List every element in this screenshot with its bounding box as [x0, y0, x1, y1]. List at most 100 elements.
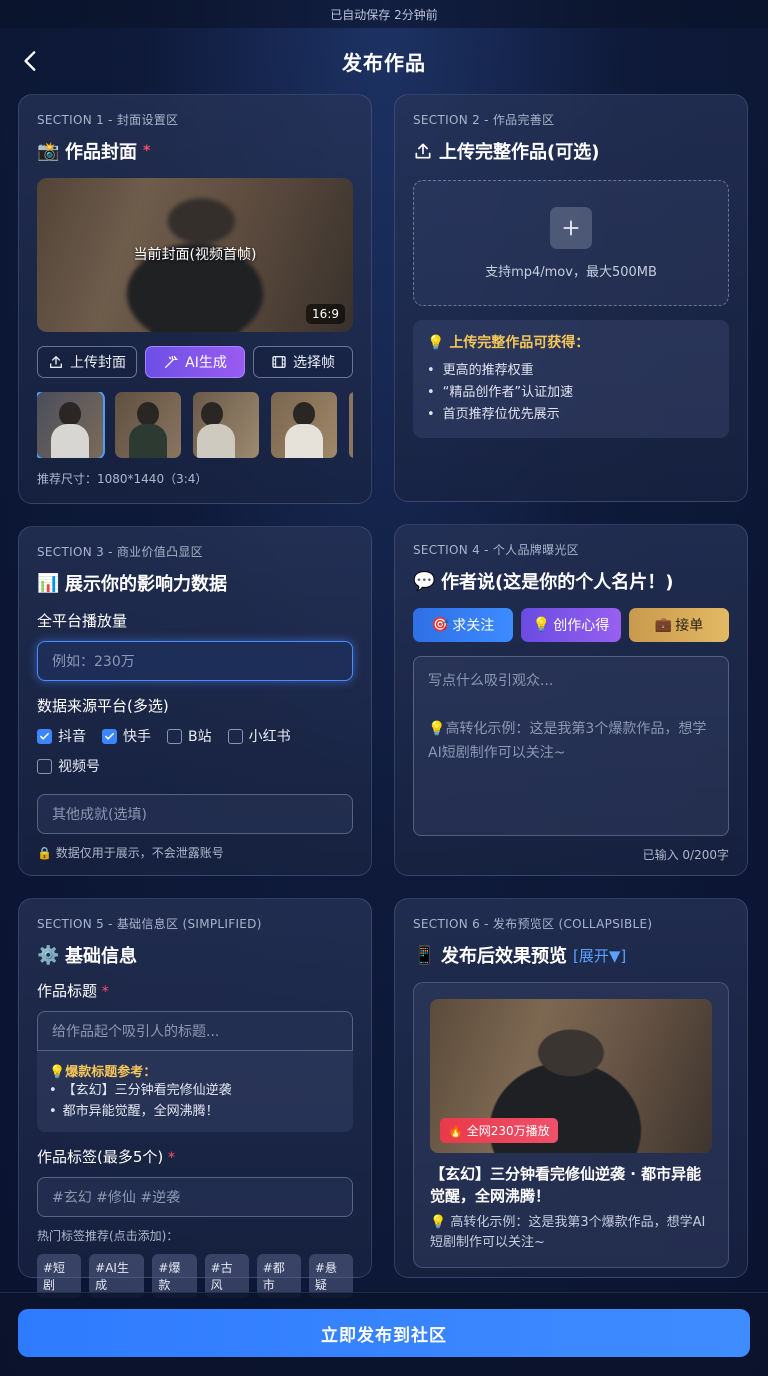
status-bar: 已自动保存 2分钟前 — [0, 0, 768, 28]
size-hint: 推荐尺寸：1080*1440（3:4） — [37, 472, 208, 486]
ai-generate-button[interactable]: AI生成 — [145, 346, 245, 378]
char-counter: 已输入 0/200字 — [642, 848, 729, 862]
section-cover: SECTION 1 - 封面设置区 📸 作品封面 * 当前封面(视频首帧) 16… — [18, 94, 372, 504]
frame-thumbnail[interactable] — [271, 392, 337, 458]
section-title: 📸 作品封面 * — [37, 138, 353, 164]
publish-button[interactable]: 立即发布到社区 — [18, 1309, 750, 1357]
phone-icon: 📱 — [413, 944, 436, 966]
camera-icon: 📸 — [37, 140, 60, 162]
platforms-label: 数据来源平台(多选) — [37, 697, 169, 715]
section-label: SECTION 2 - 作品完善区 — [413, 113, 555, 127]
fire-icon: 🔥 — [448, 1124, 463, 1138]
section-label: SECTION 1 - 封面设置区 — [37, 113, 179, 127]
target-icon: 🎯 — [431, 617, 450, 633]
checkbox-label: 小红书 — [248, 729, 291, 745]
frame-thumbnail[interactable] — [193, 392, 259, 458]
other-placeholder: 其他成就(选填) — [52, 807, 147, 823]
tags-input[interactable]: #玄幻 #修仙 #逆袭 — [37, 1177, 353, 1217]
lightbulb-icon: 💡 — [49, 1065, 66, 1080]
pill-insight[interactable]: 💡 创作心得 — [521, 608, 621, 642]
benefit-item: 首页推荐位优先展示 — [427, 404, 715, 426]
plays-label: 全平台播放量 — [37, 612, 128, 630]
section-label: SECTION 3 - 商业价值凸显区 — [37, 545, 203, 559]
checkbox-bilibili[interactable]: B站 — [167, 726, 212, 746]
section-title: 📊 展示你的影响力数据 — [37, 570, 353, 596]
gear-icon: ⚙️ — [37, 944, 60, 966]
ref-title: 💡爆款标题参考： — [49, 1065, 157, 1080]
checkbox-label: 快手 — [123, 729, 151, 745]
preview-image: 🔥 全网230万播放 — [430, 999, 712, 1153]
plays-placeholder: 例如：230万 — [52, 654, 135, 670]
bar-chart-icon: 📊 — [37, 572, 60, 594]
autosave-status: 已自动保存 2分钟前 — [330, 7, 438, 22]
quick-pills: 🎯 求关注 💡 创作心得 💼 接单 — [413, 608, 729, 642]
section-full-work: SECTION 2 - 作品完善区 上传完整作品(可选) 支持mp4/mov，最… — [394, 94, 748, 502]
section-title: 💬 作者说(这是你的个人名片！) — [413, 568, 729, 594]
plays-badge: 🔥 全网230万播放 — [440, 1118, 558, 1143]
checkbox-xiaohongshu[interactable]: 小红书 — [227, 726, 291, 746]
preview-card[interactable]: 🔥 全网230万播放 【玄幻】三分钟看完修仙逆袭 · 都市异能觉醒，全网沸腾！ … — [413, 982, 729, 1268]
checkbox-label: 视频号 — [58, 759, 100, 775]
section-preview: SECTION 6 - 发布预览区 (COLLAPSIBLE) 📱 发布后效果预… — [394, 898, 748, 1278]
checkbox-label: 抖音 — [58, 729, 86, 745]
back-arrow-icon[interactable] — [18, 48, 44, 74]
cover-title: 作品封面 — [65, 142, 137, 163]
tags-placeholder: #玄幻 #修仙 #逆袭 — [52, 1190, 181, 1206]
page-title: 发布作品 — [342, 50, 426, 75]
pill-follow[interactable]: 🎯 求关注 — [413, 608, 513, 642]
preview-title-label: 发布后效果预览 — [441, 946, 567, 967]
basic-info-title: 基础信息 — [65, 946, 137, 967]
section-title: 上传完整作品(可选) — [413, 138, 729, 164]
full-work-title: 上传完整作品(可选) — [439, 142, 600, 163]
section-influence: SECTION 3 - 商业价值凸显区 📊 展示你的影响力数据 全平台播放量 例… — [18, 526, 372, 876]
ref-item[interactable]: 都市异能觉醒，全网沸腾！ — [49, 1101, 341, 1122]
pill-order[interactable]: 💼 接单 — [629, 608, 729, 642]
upload-icon — [415, 143, 431, 159]
section-title: 📱 发布后效果预览 [展开▼] — [413, 942, 729, 968]
author-says-textarea[interactable]: 写点什么吸引观众... 💡高转化示例：这是我第3个爆款作品，想学AI短剧制作可以… — [413, 656, 729, 836]
tags-label: 作品标签(最多5个) * — [37, 1148, 176, 1166]
checkbox-shipinhao[interactable]: 视频号 — [37, 756, 100, 776]
benefit-item: “精品创作者”认证加速 — [427, 382, 715, 404]
select-frame-button[interactable]: 选择帧 — [253, 346, 353, 378]
work-title-input[interactable]: 给作品起个吸引人的标题... — [37, 1011, 353, 1051]
magic-wand-icon — [165, 356, 178, 368]
cover-image[interactable]: 当前封面(视频首帧) 16:9 — [37, 178, 353, 332]
expand-toggle[interactable]: [展开▼] — [573, 945, 626, 966]
section-label: SECTION 4 - 个人品牌曝光区 — [413, 543, 579, 557]
upload-hint: 支持mp4/mov，最大500MB — [485, 264, 657, 280]
cover-actions: 上传封面 AI生成 选择帧 — [37, 346, 353, 378]
frame-thumbnail[interactable] — [115, 392, 181, 458]
ref-item[interactable]: 【玄幻】三分钟看完修仙逆袭 — [49, 1080, 341, 1101]
cover-caption: 当前封面(视频首帧) — [133, 247, 257, 263]
checkbox-label: B站 — [188, 729, 212, 745]
checkbox-kuaishou[interactable]: 快手 — [102, 726, 151, 746]
video-upload-zone[interactable]: 支持mp4/mov，最大500MB — [413, 180, 729, 306]
frame-thumbnail[interactable] — [349, 392, 353, 458]
benefits-title: 💡 上传完整作品可获得： — [427, 335, 590, 351]
checkbox-checked-icon — [102, 728, 117, 744]
plays-input[interactable]: 例如：230万 — [37, 641, 353, 681]
preview-desc: 💡 高转化示例：这是我第3个爆款作品，想学AI短剧制作可以关注~ — [430, 1215, 706, 1250]
work-title-placeholder: 给作品起个吸引人的标题... — [52, 1024, 220, 1040]
checkbox-douyin[interactable]: 抖音 — [37, 726, 86, 746]
film-icon — [272, 356, 286, 368]
speech-bubble-icon: 💬 — [413, 570, 436, 592]
top-nav: 发布作品 — [0, 28, 768, 94]
section-title: ⚙️ 基础信息 — [37, 942, 353, 968]
lightbulb-icon: 💡 — [427, 335, 445, 351]
checkbox-empty-icon — [37, 758, 52, 774]
ratio-badge: 16:9 — [306, 304, 345, 324]
other-achievement-input[interactable]: 其他成就(选填) — [37, 794, 353, 834]
benefits-box: 💡 上传完整作品可获得： 更高的推荐权重 “精品创作者”认证加速 首页推荐位优先… — [413, 320, 729, 438]
section-basic-info: SECTION 5 - 基础信息区 (SIMPLIFIED) ⚙️ 基础信息 作… — [18, 898, 372, 1298]
textarea-example: 💡高转化示例：这是我第3个爆款作品，想学AI短剧制作可以关注~ — [428, 721, 707, 761]
frame-thumbnail-selected[interactable] — [37, 392, 105, 458]
upload-cover-button[interactable]: 上传封面 — [37, 346, 137, 378]
checkbox-checked-icon — [37, 728, 52, 744]
frame-thumbnails — [37, 392, 353, 458]
work-title-label: 作品标题 * — [37, 982, 109, 1000]
briefcase-icon: 💼 — [654, 617, 673, 633]
upload-cover-label: 上传封面 — [70, 355, 126, 371]
section-author-says: SECTION 4 - 个人品牌曝光区 💬 作者说(这是你的个人名片！) 🎯 求关… — [394, 524, 748, 876]
